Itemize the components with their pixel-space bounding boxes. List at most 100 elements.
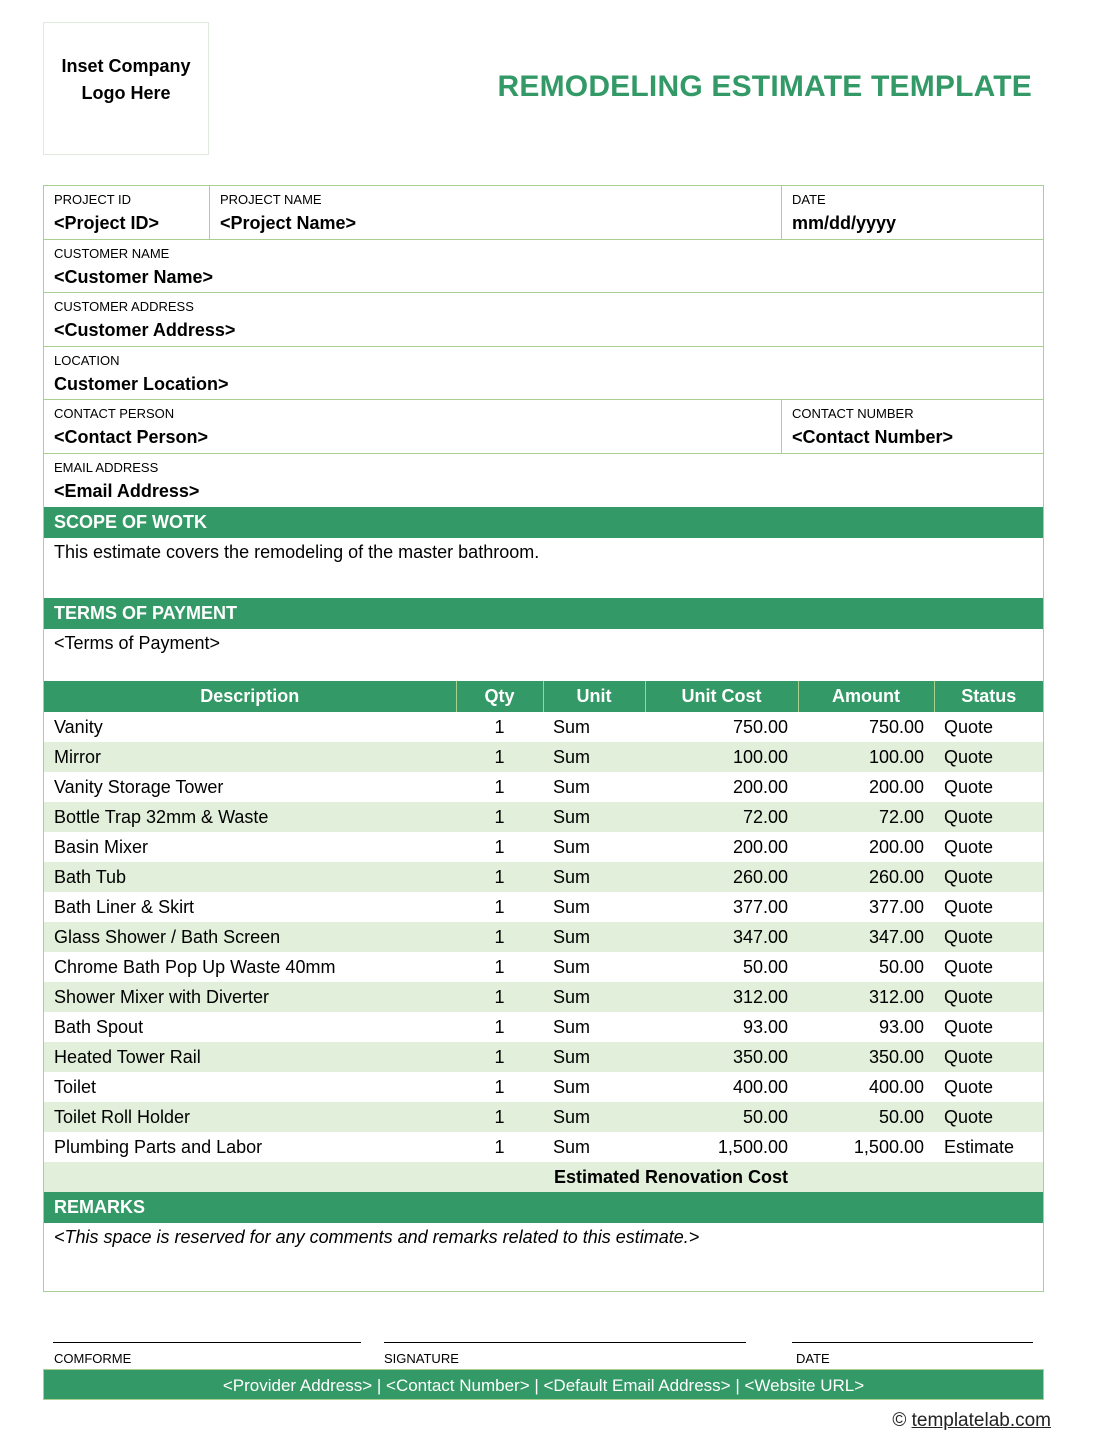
item-unit-cost[interactable]: 72.00 bbox=[645, 802, 798, 832]
item-amount[interactable]: 260.00 bbox=[798, 862, 934, 892]
item-qty[interactable]: 1 bbox=[456, 1072, 543, 1102]
item-unit[interactable]: Sum bbox=[543, 862, 645, 892]
remarks-text[interactable]: <This space is reserved for any comments… bbox=[44, 1223, 1043, 1291]
item-status[interactable]: Quote bbox=[934, 1042, 1043, 1072]
contact-number-value[interactable]: <Contact Number> bbox=[792, 426, 1033, 448]
contact-person-value[interactable]: <Contact Person> bbox=[54, 426, 771, 448]
item-amount[interactable]: 377.00 bbox=[798, 892, 934, 922]
item-qty[interactable]: 1 bbox=[456, 742, 543, 772]
item-qty[interactable]: 1 bbox=[456, 862, 543, 892]
item-unit[interactable]: Sum bbox=[543, 742, 645, 772]
project-id-value[interactable]: <Project ID> bbox=[54, 212, 199, 234]
date-signature-line[interactable] bbox=[792, 1342, 1033, 1343]
item-description[interactable]: Chrome Bath Pop Up Waste 40mm bbox=[44, 952, 456, 982]
item-qty[interactable]: 1 bbox=[456, 1132, 543, 1162]
item-amount[interactable]: 72.00 bbox=[798, 802, 934, 832]
scope-text[interactable]: This estimate covers the remodeling of t… bbox=[44, 538, 1043, 598]
item-unit[interactable]: Sum bbox=[543, 832, 645, 862]
date-field[interactable]: DATE mm/dd/yyyy bbox=[781, 186, 1043, 239]
customer-name-field[interactable]: CUSTOMER NAME <Customer Name> bbox=[44, 240, 1043, 293]
item-description[interactable]: Bath Liner & Skirt bbox=[44, 892, 456, 922]
project-id-field[interactable]: PROJECT ID <Project ID> bbox=[44, 186, 209, 239]
item-unit[interactable]: Sum bbox=[543, 952, 645, 982]
item-qty[interactable]: 1 bbox=[456, 1012, 543, 1042]
item-unit[interactable]: Sum bbox=[543, 1102, 645, 1132]
item-status[interactable]: Quote bbox=[934, 802, 1043, 832]
item-qty[interactable]: 1 bbox=[456, 892, 543, 922]
item-status[interactable]: Quote bbox=[934, 862, 1043, 892]
item-unit-cost[interactable]: 200.00 bbox=[645, 832, 798, 862]
terms-text[interactable]: <Terms of Payment> bbox=[44, 629, 1043, 681]
item-unit[interactable]: Sum bbox=[543, 1072, 645, 1102]
item-amount[interactable]: 50.00 bbox=[798, 952, 934, 982]
item-unit-cost[interactable]: 50.00 bbox=[645, 952, 798, 982]
item-amount[interactable]: 350.00 bbox=[798, 1042, 934, 1072]
item-description[interactable]: Mirror bbox=[44, 742, 456, 772]
item-qty[interactable]: 1 bbox=[456, 982, 543, 1012]
item-qty[interactable]: 1 bbox=[456, 802, 543, 832]
customer-address-value[interactable]: <Customer Address> bbox=[54, 319, 1033, 341]
item-unit-cost[interactable]: 350.00 bbox=[645, 1042, 798, 1072]
item-unit-cost[interactable]: 312.00 bbox=[645, 982, 798, 1012]
signature-line[interactable] bbox=[384, 1342, 746, 1343]
item-unit[interactable]: Sum bbox=[543, 892, 645, 922]
item-amount[interactable]: 200.00 bbox=[798, 832, 934, 862]
item-amount[interactable]: 93.00 bbox=[798, 1012, 934, 1042]
item-description[interactable]: Glass Shower / Bath Screen bbox=[44, 922, 456, 952]
location-field[interactable]: LOCATION Customer Location> bbox=[44, 347, 1043, 400]
item-unit[interactable]: Sum bbox=[543, 1012, 645, 1042]
conforme-signature-line[interactable] bbox=[53, 1342, 361, 1343]
item-status[interactable]: Quote bbox=[934, 832, 1043, 862]
item-description[interactable]: Plumbing Parts and Labor bbox=[44, 1132, 456, 1162]
contact-person-field[interactable]: CONTACT PERSON <Contact Person> bbox=[44, 400, 781, 453]
email-address-field[interactable]: EMAIL ADDRESS <Email Address> bbox=[44, 454, 1043, 508]
date-value[interactable]: mm/dd/yyyy bbox=[792, 212, 1033, 234]
item-amount[interactable]: 400.00 bbox=[798, 1072, 934, 1102]
item-description[interactable]: Vanity Storage Tower bbox=[44, 772, 456, 802]
item-amount[interactable]: 1,500.00 bbox=[798, 1132, 934, 1162]
item-amount[interactable]: 50.00 bbox=[798, 1102, 934, 1132]
item-status[interactable]: Quote bbox=[934, 952, 1043, 982]
email-address-value[interactable]: <Email Address> bbox=[54, 480, 1033, 502]
item-description[interactable]: Bath Spout bbox=[44, 1012, 456, 1042]
item-qty[interactable]: 1 bbox=[456, 772, 543, 802]
item-amount[interactable]: 100.00 bbox=[798, 742, 934, 772]
project-name-value[interactable]: <Project Name> bbox=[220, 212, 771, 234]
item-qty[interactable]: 1 bbox=[456, 1102, 543, 1132]
item-unit-cost[interactable]: 750.00 bbox=[645, 712, 798, 742]
item-amount[interactable]: 750.00 bbox=[798, 712, 934, 742]
item-status[interactable]: Quote bbox=[934, 1102, 1043, 1132]
customer-address-field[interactable]: CUSTOMER ADDRESS <Customer Address> bbox=[44, 293, 1043, 346]
item-qty[interactable]: 1 bbox=[456, 952, 543, 982]
item-unit[interactable]: Sum bbox=[543, 922, 645, 952]
item-unit[interactable]: Sum bbox=[543, 1042, 645, 1072]
credit-link[interactable]: templatelab.com bbox=[912, 1410, 1051, 1431]
item-unit-cost[interactable]: 93.00 bbox=[645, 1012, 798, 1042]
item-description[interactable]: Heated Tower Rail bbox=[44, 1042, 456, 1072]
item-qty[interactable]: 1 bbox=[456, 922, 543, 952]
item-description[interactable]: Bottle Trap 32mm & Waste bbox=[44, 802, 456, 832]
item-description[interactable]: Bath Tub bbox=[44, 862, 456, 892]
item-unit[interactable]: Sum bbox=[543, 982, 645, 1012]
item-status[interactable]: Quote bbox=[934, 742, 1043, 772]
item-status[interactable]: Quote bbox=[934, 982, 1043, 1012]
item-unit-cost[interactable]: 377.00 bbox=[645, 892, 798, 922]
item-unit[interactable]: Sum bbox=[543, 712, 645, 742]
item-description[interactable]: Shower Mixer with Diverter bbox=[44, 982, 456, 1012]
item-qty[interactable]: 1 bbox=[456, 832, 543, 862]
item-status[interactable]: Quote bbox=[934, 1072, 1043, 1102]
item-unit[interactable]: Sum bbox=[543, 772, 645, 802]
item-description[interactable]: Toilet Roll Holder bbox=[44, 1102, 456, 1132]
item-unit-cost[interactable]: 50.00 bbox=[645, 1102, 798, 1132]
item-description[interactable]: Toilet bbox=[44, 1072, 456, 1102]
item-status[interactable]: Quote bbox=[934, 1012, 1043, 1042]
item-unit-cost[interactable]: 1,500.00 bbox=[645, 1132, 798, 1162]
item-amount[interactable]: 312.00 bbox=[798, 982, 934, 1012]
item-unit-cost[interactable]: 260.00 bbox=[645, 862, 798, 892]
item-qty[interactable]: 1 bbox=[456, 1042, 543, 1072]
item-unit[interactable]: Sum bbox=[543, 1132, 645, 1162]
item-status[interactable]: Quote bbox=[934, 712, 1043, 742]
item-status[interactable]: Quote bbox=[934, 892, 1043, 922]
item-unit-cost[interactable]: 347.00 bbox=[645, 922, 798, 952]
item-status[interactable]: Quote bbox=[934, 922, 1043, 952]
